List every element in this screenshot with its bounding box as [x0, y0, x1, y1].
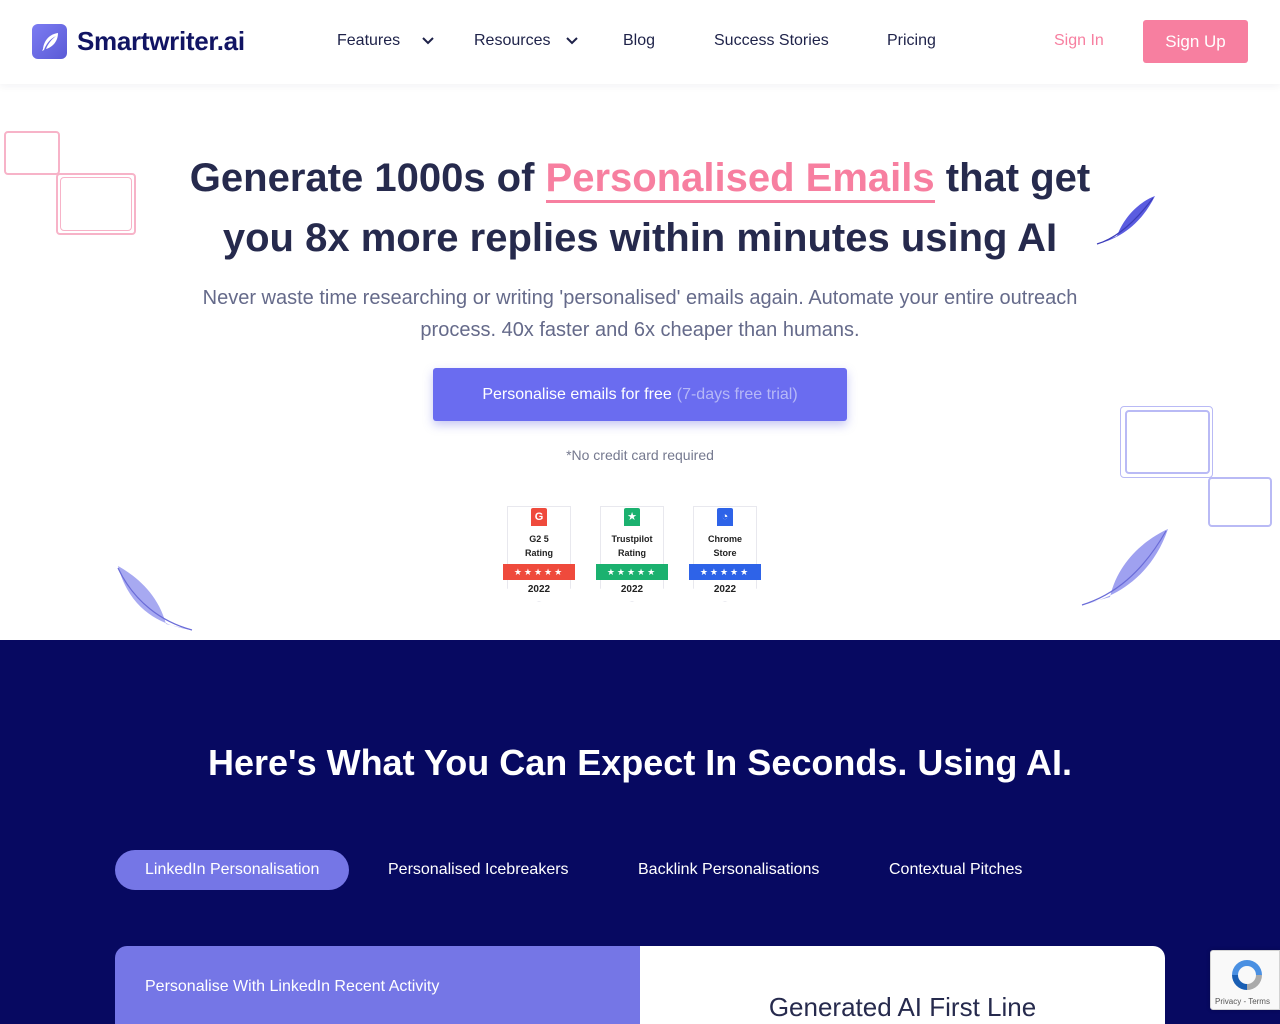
- badge-year: 2022: [527, 584, 551, 595]
- decorative-frame: [1208, 477, 1272, 527]
- nav-pricing-label: Pricing: [887, 32, 936, 49]
- badge-text: G2 5 Rating: [503, 532, 575, 560]
- badge-line2: Store: [713, 548, 737, 558]
- nav-features-label: Features: [337, 32, 401, 49]
- personalise-free-button[interactable]: Personalise emails for free (7-days free…: [433, 368, 847, 421]
- hero-title-highlight: Personalised Emails: [545, 156, 935, 203]
- hero-title-line2: you 8x more replies within minutes using…: [222, 216, 1058, 260]
- badge-line2: Rating: [525, 548, 553, 558]
- nav-resources[interactable]: Resources: [474, 32, 586, 50]
- trustpilot-star-icon: ★: [624, 508, 640, 526]
- generated-first-line-title: Generated AI First Line: [768, 992, 1037, 1022]
- trustpilot-rating-badge: ★ Trustpilot Rating ★★★★★ 2022: [596, 506, 668, 604]
- chrome-store-badge: ◔ Chrome Store ★★★★★ 2022: [689, 506, 761, 604]
- linkedin-activity-title: Personalise With LinkedIn Recent Activit…: [145, 978, 440, 995]
- cta-trial-label: (7-days free trial): [676, 385, 798, 403]
- no-credit-card-note: *No credit card required: [566, 447, 714, 463]
- chevron-down-icon: [566, 37, 579, 45]
- badge-text: Chrome Store: [689, 532, 761, 560]
- chrome-icon: ◔: [717, 508, 733, 526]
- decorative-frame: [1125, 410, 1210, 474]
- sign-in-link[interactable]: Sign In: [1054, 32, 1104, 50]
- badge-text: Trustpilot Rating: [596, 532, 668, 560]
- recaptcha-links[interactable]: Privacy - Terms: [1215, 997, 1270, 1006]
- tab-linkedin-personalisation[interactable]: LinkedIn Personalisation: [115, 850, 350, 890]
- stars-ribbon: ★★★★★: [596, 564, 668, 580]
- hero-subtitle-line2: process. 40x faster and 6x cheaper than …: [420, 319, 860, 341]
- recaptcha-icon: [1232, 960, 1262, 990]
- nav-success-stories-label: Success Stories: [714, 32, 829, 49]
- brand-name: Smartwriter.ai: [77, 26, 245, 56]
- sign-up-button[interactable]: Sign Up: [1143, 20, 1248, 63]
- tab-contextual-pitches[interactable]: Contextual Pitches: [889, 850, 1022, 890]
- badge-line1: G2 5: [529, 534, 549, 544]
- expect-title: Here's What You Can Expect In Seconds. U…: [207, 742, 1073, 783]
- recaptcha-widget[interactable]: Privacy - Terms: [1210, 950, 1280, 1010]
- feather-decoration-icon: [1081, 529, 1168, 606]
- badge-line1: Trustpilot: [611, 534, 653, 544]
- tab-personalised-icebreakers[interactable]: Personalised Icebreakers: [388, 850, 569, 890]
- cta-label: Personalise emails for free: [482, 385, 672, 403]
- nav-pricing[interactable]: Pricing: [887, 32, 936, 50]
- stars-ribbon: ★★★★★: [689, 564, 761, 580]
- chevron-down-icon: [422, 37, 434, 45]
- badge-year: 2022: [713, 584, 737, 595]
- feather-decoration-icon: [117, 566, 193, 631]
- nav-success-stories[interactable]: Success Stories: [714, 32, 829, 50]
- hero-title-pre: Generate 1000s of: [189, 156, 546, 200]
- nav-blog-label: Blog: [623, 32, 656, 49]
- tab-backlink-personalisations[interactable]: Backlink Personalisations: [638, 850, 819, 890]
- g2-icon: G: [531, 508, 547, 526]
- brand-logo[interactable]: Smartwriter.ai: [32, 24, 245, 59]
- nav-features[interactable]: Features: [337, 32, 436, 50]
- hero-title-line1: Generate 1000s of Personalised Emails th…: [0, 148, 1280, 208]
- hero-title-post: that get: [934, 156, 1091, 200]
- hero-subtitle: Never waste time researching or writing …: [160, 282, 1120, 346]
- g2-rating-badge: G G2 5 Rating ★★★★★ 2022: [503, 506, 575, 604]
- badge-line2: Rating: [618, 548, 646, 558]
- hero-title: Generate 1000s of Personalised Emails th…: [0, 148, 1280, 268]
- nav-blog[interactable]: Blog: [623, 32, 655, 50]
- badge-line1: Chrome: [707, 534, 742, 544]
- stars-ribbon: ★★★★★: [503, 564, 575, 580]
- hero-subtitle-line1: Never waste time researching or writing …: [202, 287, 1078, 309]
- site-header: Smartwriter.ai Features Resources Blog S…: [0, 0, 1280, 84]
- badge-year: 2022: [620, 584, 644, 595]
- nav-resources-label: Resources: [474, 32, 551, 49]
- feather-icon: [32, 24, 67, 59]
